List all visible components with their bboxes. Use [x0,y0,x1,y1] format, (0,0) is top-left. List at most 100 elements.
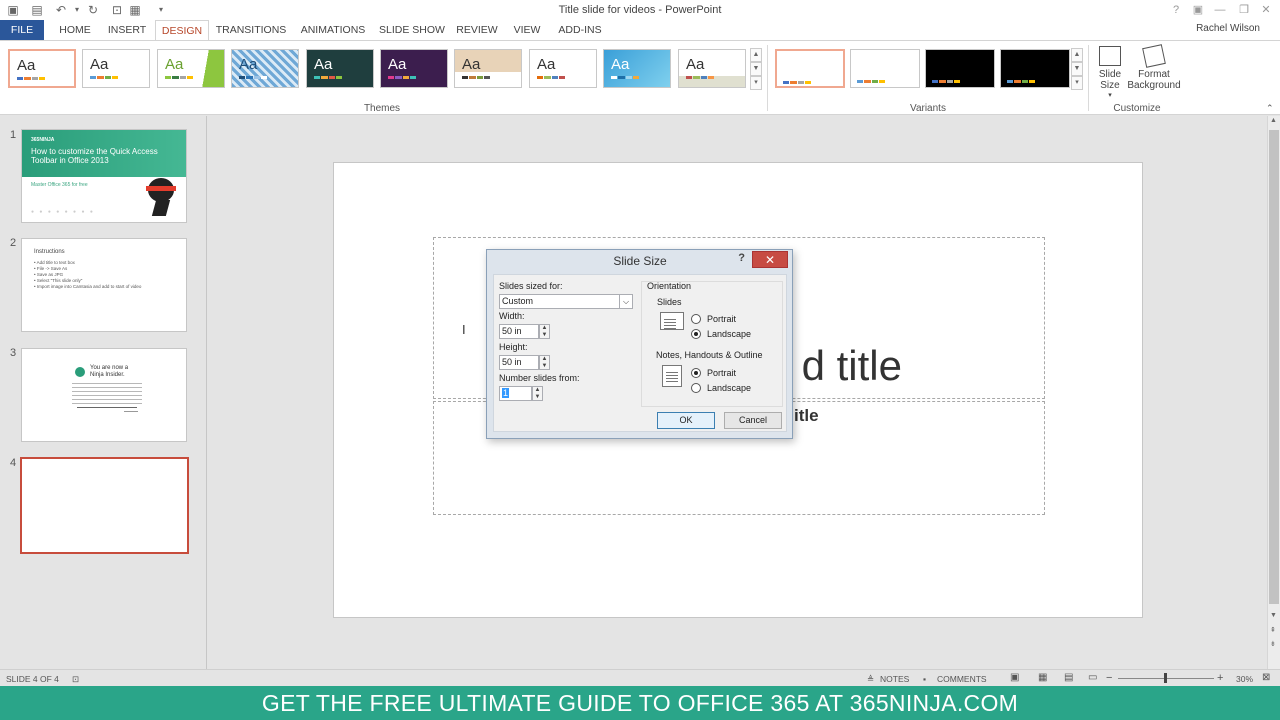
slide-thumbnail-2[interactable]: Instructions • Add title to text box • F… [21,238,187,332]
ninja-badge-icon [75,367,85,377]
slide-1-brand: 365NINJA [31,137,55,143]
theme-facet[interactable]: Aa [157,49,225,88]
theme-ion[interactable]: Aa [380,49,448,88]
theme-organic[interactable]: Aa [454,49,522,88]
dialog-close-button[interactable]: ✕ [752,251,788,268]
variants-scroll-up-icon[interactable]: ▲ [1071,48,1083,62]
slides-landscape-radio[interactable] [691,329,701,339]
slide-number: 2 [10,237,17,249]
tab-file[interactable]: FILE [0,20,44,40]
variant-4[interactable] [1000,49,1070,88]
tab-design[interactable]: DESIGN [155,20,209,41]
user-name[interactable]: Rachel Wilson [1196,23,1260,34]
themes-more-icon[interactable]: ▾ [750,76,762,90]
variant-1[interactable] [775,49,845,88]
number-slides-from-input[interactable]: 1 [499,386,532,401]
variants-more-icon[interactable]: ▾ [1071,76,1083,90]
notes-portrait-radio[interactable] [691,368,701,378]
normal-view-icon[interactable]: ▣ [1010,672,1019,683]
theme-preview-text: Aa [462,56,481,73]
chevron-down-icon[interactable]: ⌵ [619,295,632,308]
notes-button[interactable]: NOTES [880,674,909,684]
slide-thumbnail-1[interactable]: 365NINJA How to customize the Quick Acce… [21,129,187,223]
minimize-icon[interactable]: — [1210,2,1230,18]
variant-2[interactable] [850,49,920,88]
slides-sized-for-select[interactable]: Custom [499,294,633,309]
slide-thumbnail-panel: 1 365NINJA How to customize the Quick Ac… [0,116,207,669]
next-slide-icon[interactable]: ⇟ [1270,640,1276,648]
slide-1-dots: ● ● ● ● ● ● ● ● [31,209,95,215]
theme-retrospect[interactable]: Aa [529,49,597,88]
slide-3-body-text [72,383,142,405]
theme-preview-text: Aa [17,57,36,74]
notes-landscape-radio[interactable] [691,383,701,393]
text-cursor-icon: I [462,322,466,337]
reading-view-icon[interactable]: ▤ [1064,672,1073,683]
tab-animations[interactable]: ANIMATIONS [296,20,370,40]
slides-portrait-radio[interactable] [691,314,701,324]
tab-review[interactable]: REVIEW [454,20,500,40]
themes-group-label: Themes [363,103,401,114]
dialog-title: Slide Size [613,254,667,268]
slide-show-icon[interactable]: ▭ [1088,672,1097,683]
tab-view[interactable]: VIEW [508,20,546,40]
theme-ion-boardroom[interactable]: Aa [306,49,374,88]
zoom-level[interactable]: 30% [1236,674,1253,684]
status-bar: SLIDE 4 OF 4 ⊡ ≜ NOTES ▪ COMMENTS ▣ ▦ ▤ … [0,669,1280,686]
close-window-icon[interactable]: ✕ [1256,2,1276,18]
cancel-button[interactable]: Cancel [724,412,782,429]
landscape-page-icon [660,312,684,330]
theme-slice[interactable]: Aa [603,49,671,88]
theme-wisp[interactable]: Aa [678,49,746,88]
slides-sized-for-label: Slides sized for: [499,281,563,291]
theme-preview-text: Aa [686,56,705,73]
variant-3[interactable] [925,49,995,88]
tab-add-ins[interactable]: ADD-INS [554,20,606,40]
scroll-down-icon[interactable]: ▼ [1270,612,1277,619]
help-icon[interactable]: ? [1166,2,1186,18]
slide-thumbnail-4[interactable] [20,457,189,554]
slide-1-tagline: Master Office 365 for free [31,182,88,188]
tab-transitions[interactable]: TRANSITIONS [214,20,288,40]
slide-thumbnail-3[interactable]: You are now a Ninja Insider. [21,348,187,442]
spell-check-icon[interactable]: ⊡ [72,674,79,685]
format-background-label: Format [1138,69,1170,80]
variants-scroll-down-icon[interactable]: ▼ [1071,62,1083,76]
height-stepper[interactable]: ▲ ▼ [539,355,550,370]
restore-icon[interactable]: ❐ [1234,2,1254,18]
zoom-out-icon[interactable]: − [1106,672,1112,684]
number-slides-from-stepper[interactable]: ▲ ▼ [532,386,543,401]
customize-group-label: Customize [1113,103,1161,114]
theme-preview-text: Aa [537,56,556,73]
fit-slide-icon[interactable]: ⊠ [1262,672,1270,683]
ribbon-tabs: FILE HOME INSERT DESIGN TRANSITIONS ANIM… [0,20,1280,41]
tab-slide-show[interactable]: SLIDE SHOW [378,20,446,40]
slide-3-divider [77,407,137,408]
slide-3-line: Ninja Insider. [90,372,125,378]
theme-office-2[interactable]: Aa [82,49,150,88]
slide-size-button[interactable]: Slide Size ▾ [1094,45,1126,99]
format-background-button[interactable]: Format Background [1126,44,1182,91]
ok-button[interactable]: OK [657,412,715,429]
slide-sorter-icon[interactable]: ▦ [1038,672,1047,683]
themes-scroll-up-icon[interactable]: ▲ [750,48,762,62]
theme-office[interactable]: Aa [8,49,76,88]
zoom-slider-thumb[interactable] [1164,673,1167,683]
dialog-help-icon[interactable]: ? [738,252,745,264]
width-input[interactable]: 50 in [499,324,539,339]
tab-home[interactable]: HOME [52,20,98,40]
themes-scroll-down-icon[interactable]: ▼ [750,62,762,76]
height-input[interactable]: 50 in [499,355,539,370]
collapse-ribbon-icon[interactable]: ⌃ [1266,103,1274,114]
format-background-label-2: Background [1127,80,1181,91]
previous-slide-icon[interactable]: ⇞ [1270,626,1276,634]
ribbon-display-options-icon[interactable]: ▣ [1188,2,1208,18]
scroll-up-icon[interactable]: ▲ [1270,117,1277,124]
tab-insert[interactable]: INSERT [104,20,150,40]
scrollbar-thumb[interactable] [1269,130,1279,604]
width-stepper[interactable]: ▲ ▼ [539,324,550,339]
vertical-scrollbar[interactable]: ▲ ▼ ⇞ ⇟ [1267,116,1280,669]
zoom-in-icon[interactable]: + [1217,672,1223,684]
theme-integral[interactable]: Aa [231,49,299,88]
comments-button[interactable]: COMMENTS [937,674,987,684]
